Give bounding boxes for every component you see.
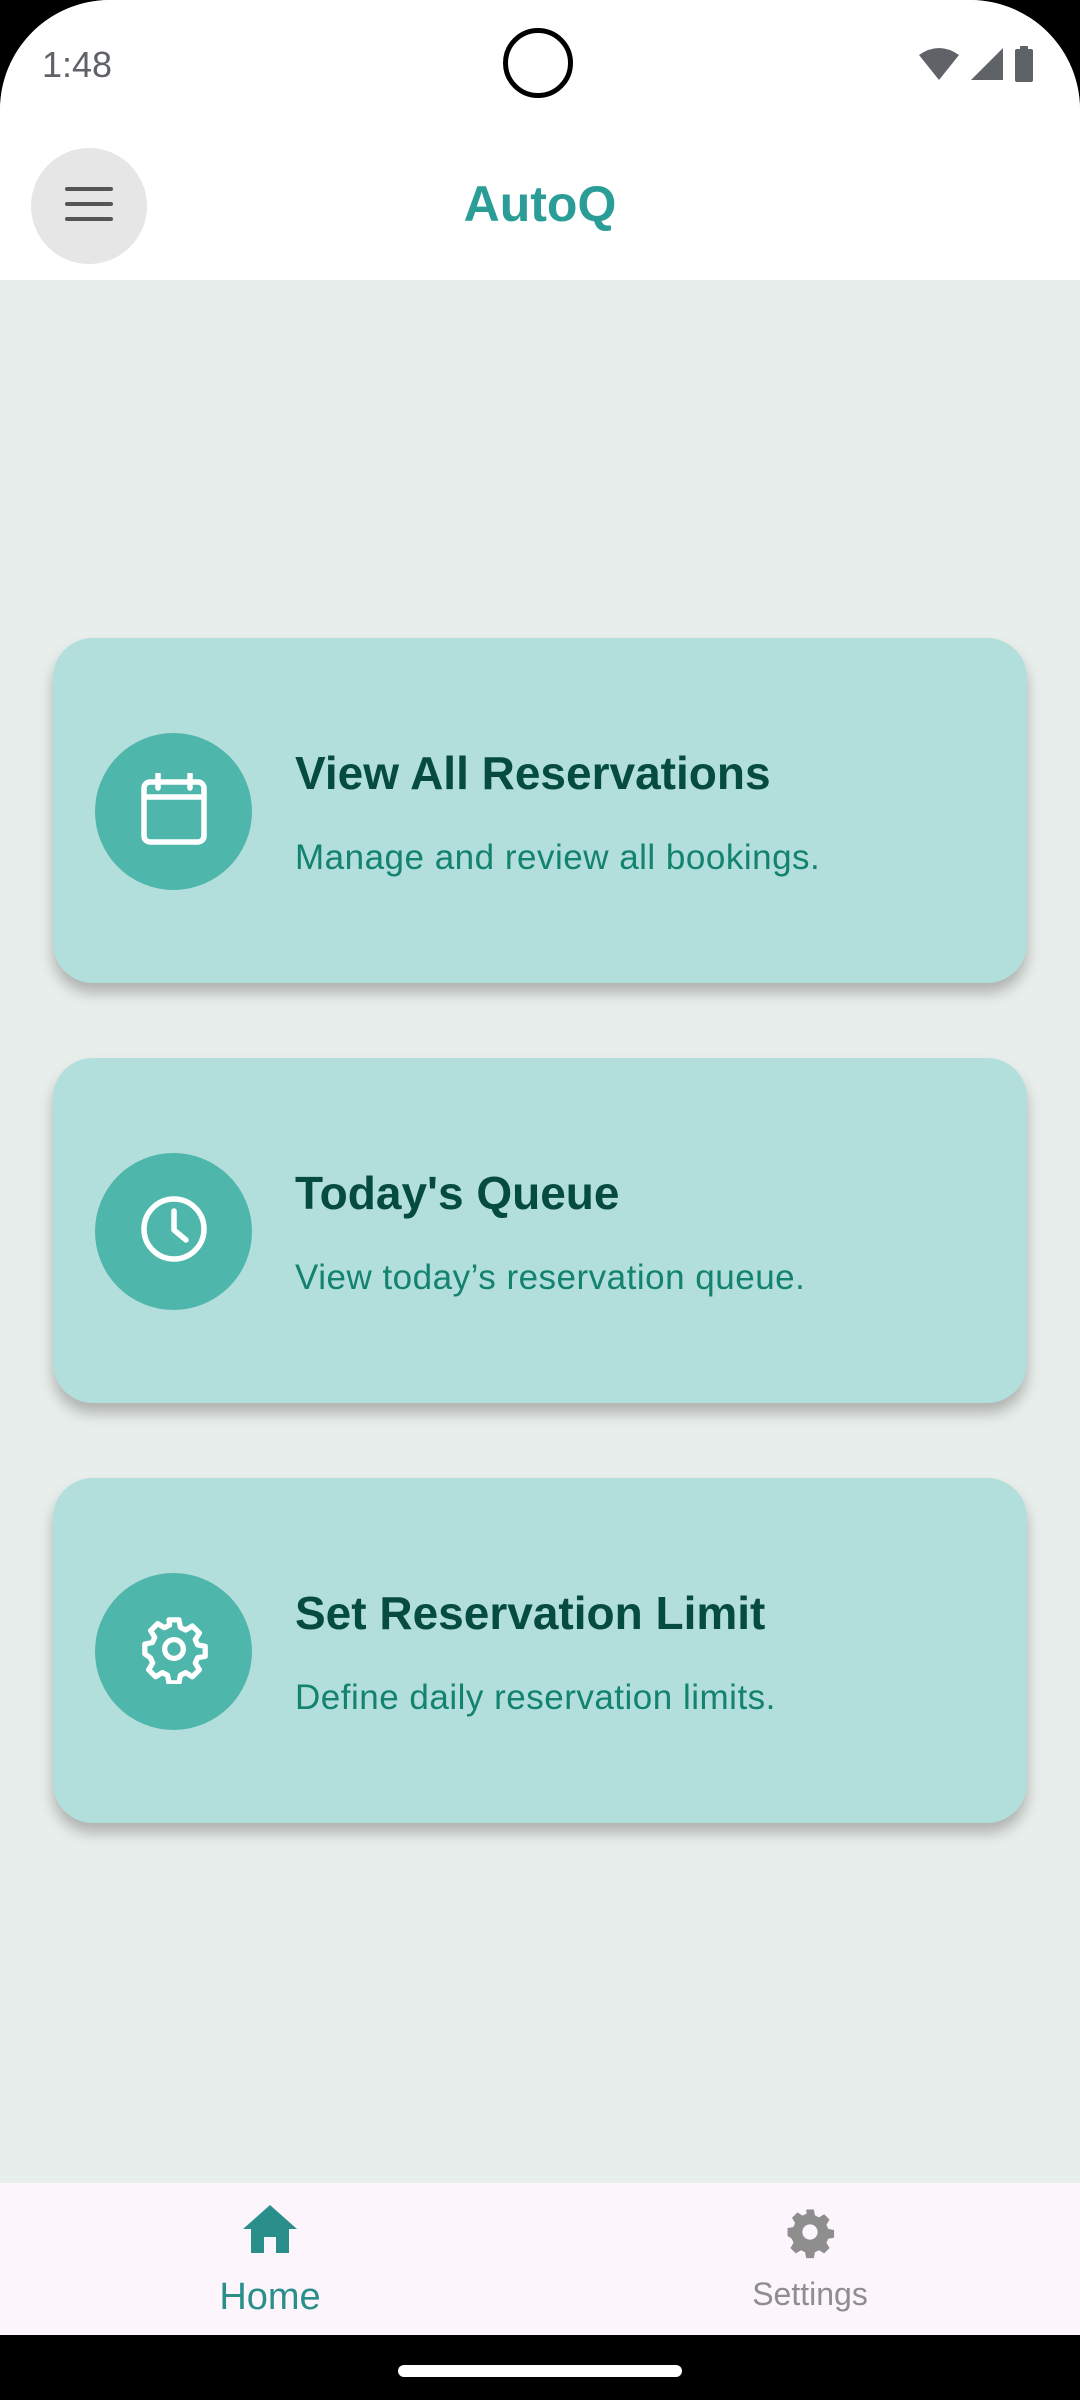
todays-queue-card[interactable]: Today's Queue View today’s reservation q… [53, 1058, 1027, 1403]
settings-gear-icon [783, 2205, 837, 2264]
view-all-reservations-card[interactable]: View All Reservations Manage and review … [53, 638, 1027, 983]
gesture-handle[interactable] [398, 2365, 682, 2377]
nav-label-home: Home [219, 2276, 321, 2318]
status-icons [918, 45, 1034, 87]
wifi-icon [918, 47, 960, 86]
card-subtitle: Define daily reservation limits. [295, 1678, 776, 1717]
card-subtitle: Manage and review all bookings. [295, 838, 821, 877]
nav-label-settings: Settings [752, 2276, 868, 2312]
phone-screen: 1:48 AutoQ View All Reservations Manage … [0, 0, 1080, 2400]
bottom-navigation: Home Settings [0, 2183, 1080, 2335]
card-title: Set Reservation Limit [295, 1587, 766, 1639]
status-bar: 1:48 [0, 0, 1080, 135]
nav-item-settings[interactable]: Settings [660, 2183, 960, 2335]
card-icon-circle [95, 1153, 252, 1310]
app-bar: AutoQ [0, 135, 1080, 280]
gesture-navigation-area [0, 2335, 1080, 2400]
camera-cutout [503, 28, 573, 98]
card-subtitle: View today’s reservation queue. [295, 1258, 806, 1297]
calendar-icon [140, 771, 207, 850]
card-title: View All Reservations [295, 747, 771, 799]
card-icon-circle [95, 1573, 252, 1730]
card-icon-circle [95, 733, 252, 890]
set-reservation-limit-card[interactable]: Set Reservation Limit Define daily reser… [53, 1478, 1027, 1823]
clock-icon [140, 1195, 208, 1268]
card-title: Today's Queue [295, 1167, 620, 1219]
battery-icon [1014, 45, 1034, 87]
cellular-signal-icon [970, 47, 1004, 86]
app-title: AutoQ [463, 176, 617, 232]
gear-icon [139, 1614, 209, 1689]
home-icon [243, 2205, 297, 2258]
nav-item-home[interactable]: Home [120, 2183, 420, 2335]
status-time: 1:48 [42, 44, 113, 85]
